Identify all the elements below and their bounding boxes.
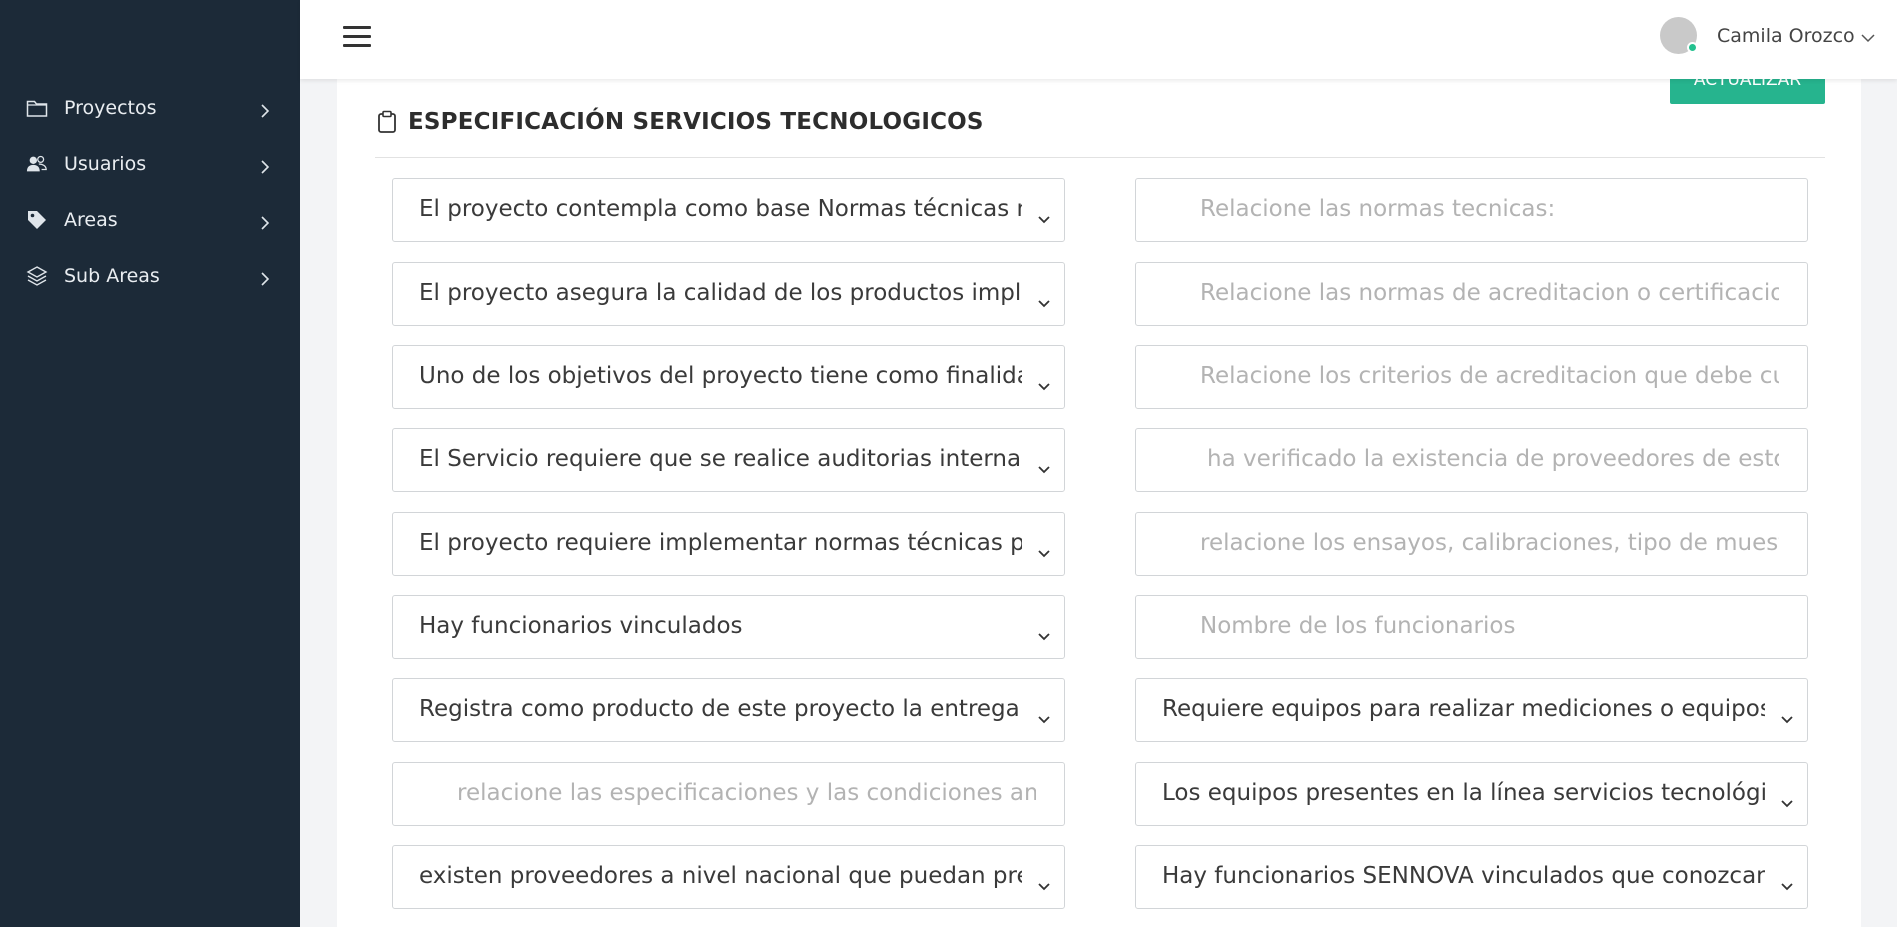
input-placeholder: ha verificado la existencia de proveedor… [1207,446,1779,472]
input-placeholder: relacione los ensayos, calibraciones, ti… [1200,530,1779,556]
clipboard-icon [377,110,397,134]
select-right-8[interactable]: Los equipos presentes en la línea servic… [1135,762,1808,826]
input-placeholder: Relacione los criterios de acreditacion … [1200,363,1779,389]
text-input-right-4[interactable]: ha verificado la existencia de proveedor… [1135,428,1808,492]
chevron-right-icon [258,213,272,230]
sidebar-item-label: Usuarios [64,153,147,175]
folder-icon [26,97,48,119]
chevron-right-icon [258,101,272,118]
sidebar-item-label: Areas [64,209,118,231]
chevron-down-icon [1038,705,1050,724]
sidebar-item-areas[interactable]: Areas [0,200,300,240]
select-value: Uno de los objetivos del proyecto tiene … [419,363,1022,389]
select-value: El proyecto contempla como base Normas t… [419,196,1022,222]
chevron-down-icon [1038,539,1050,558]
input-placeholder: Nombre de los funcionarios [1200,613,1516,639]
tag-icon [26,209,48,231]
chevron-down-icon [1038,289,1050,308]
select-left-3[interactable]: Uno de los objetivos del proyecto tiene … [392,345,1065,409]
sidebar-item-proyectos[interactable]: Proyectos [0,88,300,128]
user-name[interactable]: Camila Orozco [1717,25,1855,47]
chevron-down-icon [1038,205,1050,224]
chevron-right-icon [258,269,272,286]
avatar[interactable] [1660,17,1698,54]
chevron-down-icon [1781,789,1793,808]
select-right-9[interactable]: Hay funcionarios SENNOVA vinculados que … [1135,845,1808,909]
sidebar-item-label: Sub Areas [64,265,160,287]
text-input-right-2[interactable]: Relacione las normas de acreditacion o c… [1135,262,1808,326]
text-input-right-1[interactable]: Relacione las normas tecnicas: [1135,178,1808,242]
select-left-7[interactable]: Registra como producto de este proyecto … [392,678,1065,742]
sidebar-item-usuarios[interactable]: Usuarios [0,144,300,184]
chevron-down-icon[interactable] [1861,30,1875,44]
select-value: Los equipos presentes en la línea servic… [1162,780,1765,806]
card-title: ESPECIFICACIÓN SERVICIOS TECNOLOGICOS [408,109,984,135]
select-left-5[interactable]: El proyecto requiere implementar normas … [392,512,1065,576]
select-value: Registra como producto de este proyecto … [419,696,1022,722]
specification-card: ACTUALIZAR ESPECIFICACIÓN SERVICIOS TECN… [337,60,1861,927]
select-left-9[interactable]: existen proveedores a nivel nacional que… [392,845,1065,909]
select-value: El Servicio requiere que se realice audi… [419,446,1022,472]
sidebar: Proyectos Usuarios Areas Sub Areas [0,0,300,927]
input-placeholder: Relacione las normas de acreditacion o c… [1200,280,1779,306]
chevron-down-icon [1038,455,1050,474]
select-left-2[interactable]: El proyecto asegura la calidad de los pr… [392,262,1065,326]
select-value: El proyecto asegura la calidad de los pr… [419,280,1022,306]
chevron-right-icon [258,157,272,174]
select-left-4[interactable]: El Servicio requiere que se realice audi… [392,428,1065,492]
select-value: Hay funcionarios vinculados [419,613,743,639]
chevron-down-icon [1038,872,1050,891]
select-left-1[interactable]: El proyecto contempla como base Normas t… [392,178,1065,242]
chevron-down-icon [1038,372,1050,391]
input-placeholder: Relacione las normas tecnicas: [1200,196,1556,222]
layers-icon [26,265,48,287]
input-placeholder: relacione las especificaciones y las con… [457,780,1036,806]
chevron-down-icon [1038,622,1050,641]
text-input-right-6[interactable]: Nombre de los funcionarios [1135,595,1808,659]
sidebar-item-label: Proyectos [64,97,157,119]
chevron-down-icon [1781,705,1793,724]
sidebar-item-sub-areas[interactable]: Sub Areas [0,256,300,296]
select-left-6[interactable]: Hay funcionarios vinculados [392,595,1065,659]
hamburger-menu-icon[interactable] [343,26,371,50]
select-right-7[interactable]: Requiere equipos para realizar medicione… [1135,678,1808,742]
users-icon [26,153,48,175]
select-value: Requiere equipos para realizar medicione… [1162,696,1765,722]
select-value: existen proveedores a nivel nacional que… [419,863,1022,889]
text-input-right-5[interactable]: relacione los ensayos, calibraciones, ti… [1135,512,1808,576]
online-status-dot [1687,42,1698,53]
divider [375,157,1825,158]
chevron-down-icon [1781,872,1793,891]
text-input-left-8[interactable]: relacione las especificaciones y las con… [392,762,1065,826]
top-bar: Camila Orozco [300,0,1897,79]
text-input-right-3[interactable]: Relacione los criterios de acreditacion … [1135,345,1808,409]
select-value: Hay funcionarios SENNOVA vinculados que … [1162,863,1765,889]
select-value: El proyecto requiere implementar normas … [419,530,1022,556]
